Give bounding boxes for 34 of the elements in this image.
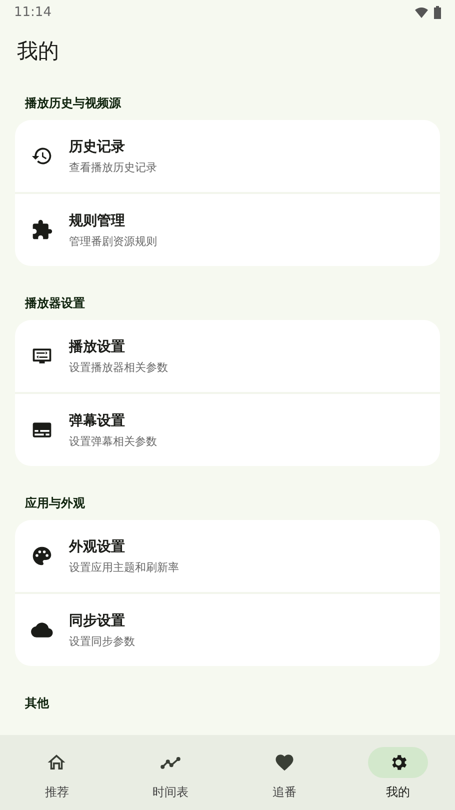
settings-item[interactable]: 规则管理 管理番剧资源规则 [15,194,440,266]
nav-tab[interactable]: 我的 [341,735,455,810]
page-title: 我的 [17,38,60,65]
settings-item[interactable]: 历史记录 查看播放历史记录 [15,120,440,192]
item-subtitle: 设置应用主题和刷新率 [69,560,179,574]
battery-icon [434,6,441,18]
item-subtitle: 设置弹幕相关参数 [69,434,157,448]
settings-item[interactable]: 播放设置 设置播放器相关参数 [15,320,440,392]
item-subtitle: 查看播放历史记录 [69,160,157,174]
palette-icon [31,545,53,567]
item-title: 历史记录 [69,138,126,156]
section-header: 播放历史与视频源 [25,95,122,111]
item-title: 同步设置 [69,612,126,630]
wifi-icon [415,6,428,18]
item-title: 规则管理 [69,212,126,230]
section-header: 其他 [25,695,50,711]
heart-icon [274,752,295,773]
section-header: 应用与外观 [25,495,86,511]
item-subtitle: 设置播放器相关参数 [69,360,168,374]
nav-tab[interactable]: 推荐 [0,735,114,810]
settings-item[interactable]: 外观设置 设置应用主题和刷新率 [15,520,440,592]
item-title: 弹幕设置 [69,412,126,430]
puzzle-icon [31,219,53,241]
settings-item[interactable]: 弹幕设置 设置弹幕相关参数 [15,394,440,466]
section-header: 播放器设置 [25,295,86,311]
history-icon [31,145,53,167]
nav-tab[interactable]: 追番 [228,735,342,810]
item-subtitle: 管理番剧资源规则 [69,234,157,248]
nav-tab[interactable]: 时间表 [114,735,228,810]
item-title: 播放设置 [69,338,126,356]
status-time: 11:14 [14,4,52,20]
item-subtitle: 设置同步参数 [69,634,135,648]
item-title: 外观设置 [69,538,126,556]
settings-item[interactable]: 同步设置 设置同步参数 [15,594,440,666]
